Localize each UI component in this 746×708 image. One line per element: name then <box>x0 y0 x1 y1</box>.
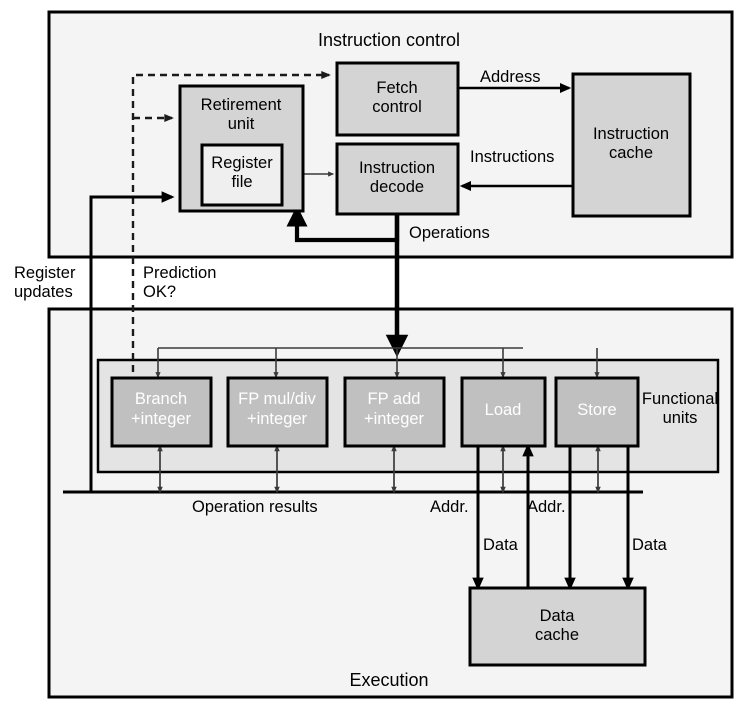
instructions-label: Instructions <box>470 148 555 166</box>
execution-title: Execution <box>349 670 429 690</box>
fp-muldiv-integer-label-line2: +integer <box>246 410 308 428</box>
functional-units-label: Functional units <box>641 390 719 428</box>
address-label: Address <box>480 68 541 86</box>
data-load-label: Data <box>483 536 518 554</box>
operation-results-label: Operation results <box>192 498 318 516</box>
branch-integer-label-line1: Branch <box>134 390 188 408</box>
register-file-label: Register file <box>211 154 273 192</box>
register-updates-label: Register updates <box>14 264 76 302</box>
data-cache-label: Data cache <box>534 607 580 645</box>
store-unit-label: Store <box>577 401 617 419</box>
fp-muldiv-integer-label-line1: FP mul/div <box>238 390 316 408</box>
instruction-decode-label: Instruction decode <box>358 159 436 197</box>
diagram-canvas: Instruction control Execution Retirement… <box>0 0 746 708</box>
fp-add-integer-label-line1: FP add <box>367 390 421 408</box>
instruction-control-title: Instruction control <box>317 30 461 50</box>
retirement-unit-label: Retirement unit <box>200 96 282 134</box>
data-store-label: Data <box>632 536 667 554</box>
prediction-ok-label: Prediction OK? <box>143 264 217 302</box>
operations-label: Operations <box>409 224 490 242</box>
fp-add-integer-label-line2: +integer <box>363 410 425 428</box>
branch-integer-label-line2: +integer <box>130 410 192 428</box>
addr-store-label: Addr. <box>527 498 566 516</box>
load-unit-label: Load <box>484 401 522 419</box>
fetch-control-label: Fetch control <box>372 79 422 117</box>
instruction-cache-label: Instruction cache <box>592 125 670 163</box>
addr-load-label: Addr. <box>430 498 469 516</box>
